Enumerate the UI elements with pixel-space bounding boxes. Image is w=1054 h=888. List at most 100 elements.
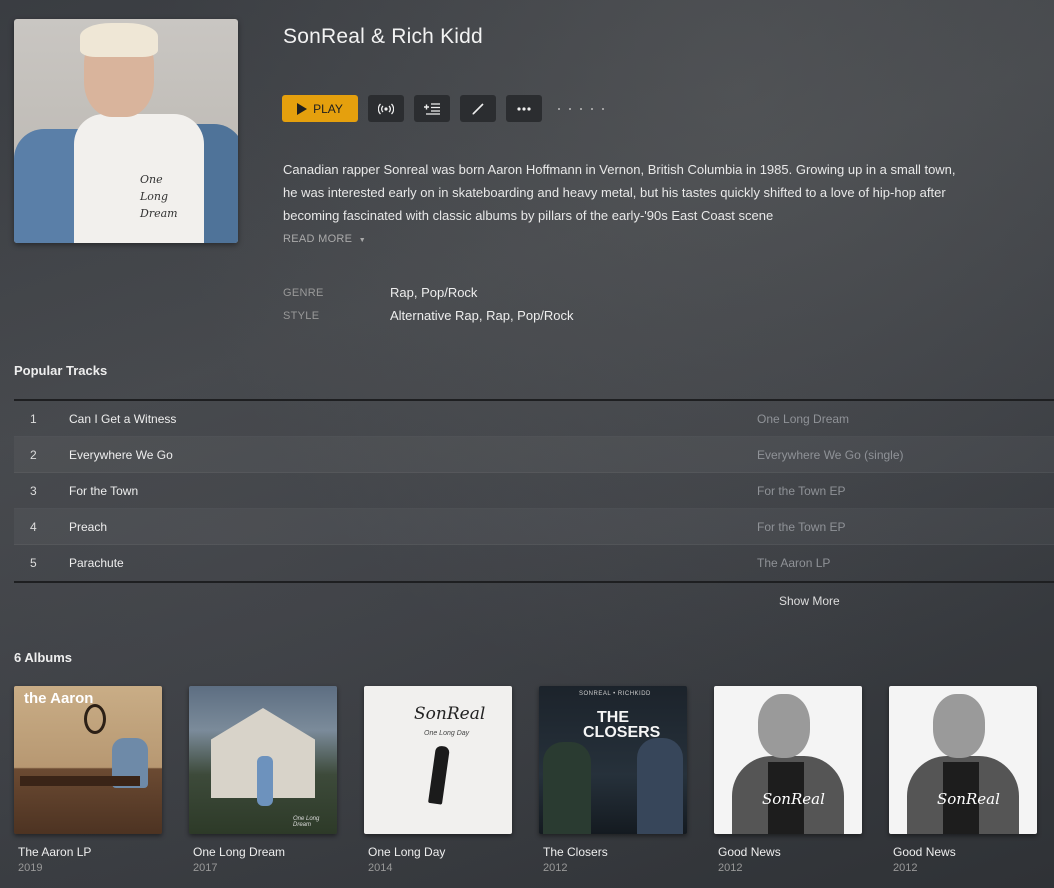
album-card[interactable]: SonReal Good News 2012 (714, 686, 862, 874)
cover-head (933, 694, 985, 758)
show-more-button[interactable]: Show More (779, 594, 840, 608)
cover-text: THE CLOSERS (583, 709, 661, 741)
album-title[interactable]: Good News (889, 845, 1037, 859)
artwork-text-line: Dream (140, 207, 178, 220)
track-title[interactable]: For the Town (69, 484, 757, 498)
meta-key: GENRE (283, 286, 324, 299)
cover-figure (257, 756, 273, 806)
cover-text: One Long Dream (293, 816, 320, 828)
album-title[interactable]: Good News (714, 845, 862, 859)
album-cover[interactable]: SonReal (714, 686, 862, 834)
track-title[interactable]: Parachute (69, 556, 757, 570)
cover-artists: SONREAL • RICHKIDD (579, 691, 651, 697)
artist-title: SonReal & Rich Kidd (283, 25, 483, 48)
album-title[interactable]: One Long Dream (189, 845, 337, 859)
track-row[interactable]: 5 Parachute The Aaron LP (14, 545, 1054, 581)
track-title[interactable]: Preach (69, 520, 757, 534)
track-number: 2 (30, 447, 37, 462)
track-number: 4 (30, 519, 37, 534)
album-year: 2017 (193, 862, 218, 874)
track-album[interactable]: The Aaron LP (757, 556, 905, 570)
action-bar: PLAY (282, 95, 604, 122)
cover-text: the Aaron (24, 690, 94, 707)
album-year: 2012 (543, 862, 568, 874)
rating-dot[interactable] (591, 107, 593, 110)
radio-icon (378, 103, 394, 115)
radio-button[interactable] (368, 95, 404, 122)
album-cover[interactable]: One Long Dream (189, 686, 337, 834)
rating-dot[interactable] (580, 107, 582, 110)
meta-row-style: STYLE Alternative Rap, Rap, Pop/Rock (283, 304, 574, 327)
albums-heading: 6 Albums (14, 650, 73, 665)
caret-down-icon: ▼ (358, 237, 366, 244)
album-cover[interactable]: SonReal One Long Day (364, 686, 512, 834)
meta-key: STYLE (283, 309, 320, 322)
meta-row-genre: GENRE Rap, Pop/Rock (283, 281, 574, 304)
albums-grid: the Aaron The Aaron LP 2019 One Long Dre… (14, 686, 1037, 874)
artwork-hair (80, 23, 158, 57)
rating-dot[interactable] (602, 107, 604, 110)
popular-tracks-heading: Popular Tracks (14, 363, 108, 378)
track-album[interactable]: Everywhere We Go (single) (757, 448, 905, 462)
read-more-label: READ MORE (283, 233, 353, 245)
rating-dot[interactable] (558, 107, 560, 110)
add-to-queue-icon (423, 102, 441, 115)
edit-button[interactable] (460, 95, 496, 122)
cover-text: SonReal (414, 704, 486, 724)
album-title[interactable]: The Aaron LP (14, 845, 162, 859)
cover-subtext: One Long Day (424, 730, 470, 737)
track-number: 5 (30, 556, 37, 570)
more-button[interactable] (506, 95, 542, 122)
track-album[interactable]: For the Town EP (757, 484, 905, 498)
artwork-shirt (74, 114, 204, 243)
artwork-shirt-text: One Long Dream (140, 171, 178, 222)
track-title[interactable]: Everywhere We Go (69, 448, 757, 462)
rating-dots[interactable] (558, 107, 604, 110)
track-title[interactable]: Can I Get a Witness (69, 412, 757, 426)
artist-meta: GENRE Rap, Pop/Rock STYLE Alternative Ra… (283, 281, 574, 327)
cover-text: SonReal (762, 790, 825, 808)
meta-value[interactable]: Alternative Rap, Rap, Pop/Rock (390, 308, 574, 323)
add-to-queue-button[interactable] (414, 95, 450, 122)
album-year: 2012 (718, 862, 743, 874)
cover-figure (637, 738, 683, 834)
track-row[interactable]: 3 For the Town For the Town EP (14, 473, 1054, 509)
read-more-link[interactable]: READ MORE ▼ (283, 233, 366, 245)
artwork-text-line: Long (140, 190, 169, 203)
album-cover[interactable]: SonReal (889, 686, 1037, 834)
artist-artwork: One Long Dream (14, 19, 238, 243)
edit-icon (471, 102, 485, 116)
rating-dot[interactable] (569, 107, 571, 110)
cover-figure (428, 745, 450, 805)
album-card[interactable]: the Aaron The Aaron LP 2019 (14, 686, 162, 874)
cover-text: SonReal (937, 790, 1000, 808)
album-card[interactable]: One Long Dream One Long Dream 2017 (189, 686, 337, 874)
album-year: 2019 (18, 862, 43, 874)
cover-head (758, 694, 810, 758)
track-album[interactable]: For the Town EP (757, 520, 905, 534)
track-row[interactable]: 1 Can I Get a Witness One Long Dream (14, 401, 1054, 437)
meta-value[interactable]: Rap, Pop/Rock (390, 285, 477, 300)
album-cover[interactable]: the Aaron (14, 686, 162, 834)
cover-mirror (84, 704, 106, 734)
album-title[interactable]: The Closers (539, 845, 687, 859)
play-label: PLAY (313, 101, 343, 116)
track-number: 3 (30, 483, 37, 498)
album-title[interactable]: One Long Day (364, 845, 512, 859)
track-number: 1 (30, 411, 37, 426)
album-card[interactable]: SonReal Good News 2012 (889, 686, 1037, 874)
track-row[interactable]: 2 Everywhere We Go Everywhere We Go (sin… (14, 437, 1054, 473)
album-cover[interactable]: SONREAL • RICHKIDD THE CLOSERS (539, 686, 687, 834)
popular-tracks-list: 1 Can I Get a Witness One Long Dream 2 E… (14, 399, 1054, 583)
more-icon (517, 106, 531, 111)
play-icon (297, 102, 308, 115)
album-card[interactable]: SonReal One Long Day One Long Day 2014 (364, 686, 512, 874)
cover-figure (543, 742, 591, 834)
track-row[interactable]: 4 Preach For the Town EP (14, 509, 1054, 545)
album-card[interactable]: SONREAL • RICHKIDD THE CLOSERS The Close… (539, 686, 687, 874)
artwork-text-line: One (140, 173, 163, 186)
play-button[interactable]: PLAY (282, 95, 358, 122)
album-year: 2012 (893, 862, 918, 874)
track-album[interactable]: One Long Dream (757, 412, 905, 426)
cover-table (20, 776, 140, 786)
